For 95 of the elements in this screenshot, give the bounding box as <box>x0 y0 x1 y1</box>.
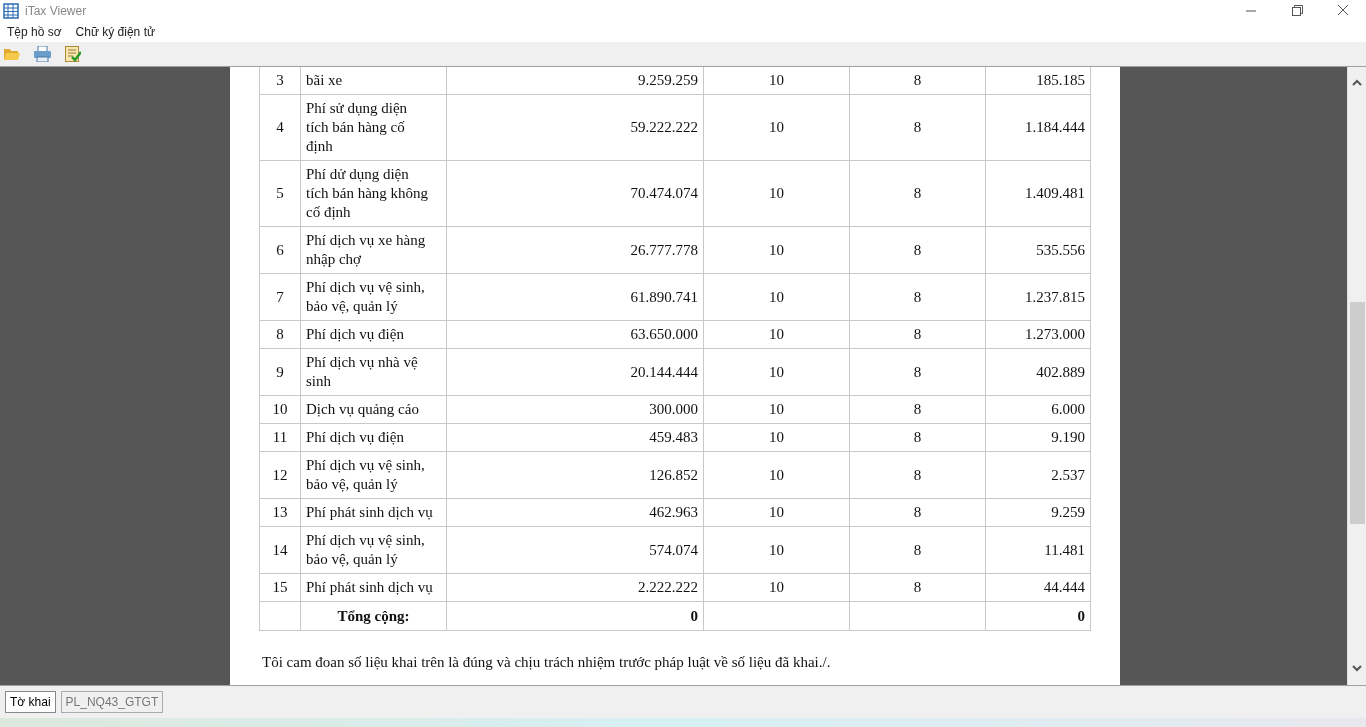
table-app-icon <box>3 3 19 19</box>
table-cell: 9.259 <box>985 498 1091 527</box>
table-cell: 10 <box>703 160 850 227</box>
table-cell: 0 <box>985 601 1091 631</box>
table-cell: 9.259.259 <box>446 67 704 95</box>
table-cell: 1.273.000 <box>985 320 1091 349</box>
table-cell: 11 <box>259 423 301 452</box>
table-cell: 459.483 <box>446 423 704 452</box>
table-cell: 4 <box>259 94 301 161</box>
table-cell: 20.144.444 <box>446 348 704 396</box>
chevron-down-icon[interactable] <box>1352 665 1362 672</box>
table-cell: Phí dịch vụ vệ sinh, bảo vệ, quản lý <box>300 451 447 499</box>
table-cell: 10 <box>703 348 850 396</box>
table-cell: Dịch vụ quảng cáo <box>300 395 447 424</box>
table-cell: 1.184.444 <box>985 94 1091 161</box>
table-cell: 402.889 <box>985 348 1091 396</box>
table-cell: 8 <box>849 526 986 574</box>
table-cell: 6 <box>259 226 301 274</box>
chevron-up-icon[interactable] <box>1352 79 1362 86</box>
table-cell: Phí dịch vụ vệ sinh, bảo vệ, quản lý <box>300 273 447 321</box>
table-cell: 3 <box>259 67 301 95</box>
sheet-tab[interactable]: PL_NQ43_GTGT <box>60 691 164 713</box>
window-title: iTax Viewer <box>25 3 87 20</box>
table-cell: 185.185 <box>985 67 1091 95</box>
table-cell: Phí dịch vụ vệ sinh, bảo vệ, quản lý <box>300 526 447 574</box>
table-cell: 8 <box>849 320 986 349</box>
table-cell: 14 <box>259 526 301 574</box>
table-cell: 1.237.815 <box>985 273 1091 321</box>
table-cell: 8 <box>849 67 986 95</box>
table-cell: 13 <box>259 498 301 527</box>
table-cell: 44.444 <box>985 573 1091 602</box>
table-cell: Phí phát sinh dịch vụ <box>300 498 447 527</box>
table-cell: 10 <box>703 226 850 274</box>
table-cell: 8 <box>849 226 986 274</box>
table-cell: 8 <box>849 348 986 396</box>
table-cell: 535.556 <box>985 226 1091 274</box>
table-cell: Phí dịch vụ nhà vệ sinh <box>300 348 447 396</box>
table-cell: bãi xe <box>300 67 447 95</box>
table-cell: 9 <box>259 348 301 396</box>
table-cell: 8 <box>849 160 986 227</box>
checklist-icon[interactable] <box>65 46 81 62</box>
table-cell: 8 <box>259 320 301 349</box>
table-cell: 8 <box>849 498 986 527</box>
table-cell: 8 <box>849 395 986 424</box>
scrollbar[interactable] <box>1347 67 1366 685</box>
menu-item[interactable]: Chữ ký điện tử <box>75 23 155 41</box>
table-cell: 5 <box>259 160 301 227</box>
table-cell: 7 <box>259 273 301 321</box>
table-cell: 8 <box>849 451 986 499</box>
table-cell: 10 <box>703 320 850 349</box>
scrollbar-thumb[interactable] <box>1349 302 1365 524</box>
printer-icon[interactable] <box>34 46 51 62</box>
table-cell: 300.000 <box>446 395 704 424</box>
table-cell: 574.074 <box>446 526 704 574</box>
table-cell: 59.222.222 <box>446 94 704 161</box>
table-cell: 10 <box>703 573 850 602</box>
table-cell: 12 <box>259 451 301 499</box>
table-cell: 462.963 <box>446 498 704 527</box>
table-cell: Phí phát sinh dịch vụ <box>300 573 447 602</box>
table-cell: 70.474.074 <box>446 160 704 227</box>
table-cell: 10 <box>703 423 850 452</box>
table-cell: 2.537 <box>985 451 1091 499</box>
declaration-text: Tôi cam đoan số liệu khai trên là đúng và chịu trách nhiệm trước pháp luật về số liệu đã khai./. <box>262 653 832 672</box>
table-cell: 8 <box>849 94 986 161</box>
sheet-tab[interactable]: Tờ khai <box>5 691 56 713</box>
table-cell: 10 <box>703 67 850 95</box>
table-cell: 10 <box>703 451 850 499</box>
table-cell: 10 <box>703 273 850 321</box>
table-cell: 8 <box>849 423 986 452</box>
table-cell: 10 <box>703 94 850 161</box>
table-cell: Phí dịch vụ điện <box>300 423 447 452</box>
table-cell: 8 <box>849 273 986 321</box>
table-cell: 8 <box>849 573 986 602</box>
table-cell: 10 <box>703 395 850 424</box>
table-cell: Phí sử dụng diện tích bán hàng cố định <box>300 94 447 161</box>
table-cell: 15 <box>259 573 301 602</box>
table-cell: 9.190 <box>985 423 1091 452</box>
table-cell: 63.650.000 <box>446 320 704 349</box>
table-cell: 0 <box>446 601 704 631</box>
table-cell: 6.000 <box>985 395 1091 424</box>
table-cell: 10 <box>703 526 850 574</box>
table-cell: 11.481 <box>985 526 1091 574</box>
menu-item[interactable]: Tệp hồ sơ <box>7 23 62 41</box>
table-cell: 61.890.741 <box>446 273 704 321</box>
folder-icon[interactable] <box>4 47 20 61</box>
table-cell: 126.852 <box>446 451 704 499</box>
table-cell: Phí dử dụng diện tích bán hàng không cố định <box>300 160 447 227</box>
table-cell: 10 <box>259 395 301 424</box>
table-cell: Phí dịch vụ xe hàng nhập chợ <box>300 226 447 274</box>
table-cell: Phí dịch vụ điện <box>300 320 447 349</box>
table-cell: 26.777.778 <box>446 226 704 274</box>
table-cell: 2.222.222 <box>446 573 704 602</box>
table-cell: 1.409.481 <box>985 160 1091 227</box>
table-cell: Tổng cộng: <box>300 601 447 631</box>
table-cell: 10 <box>703 498 850 527</box>
